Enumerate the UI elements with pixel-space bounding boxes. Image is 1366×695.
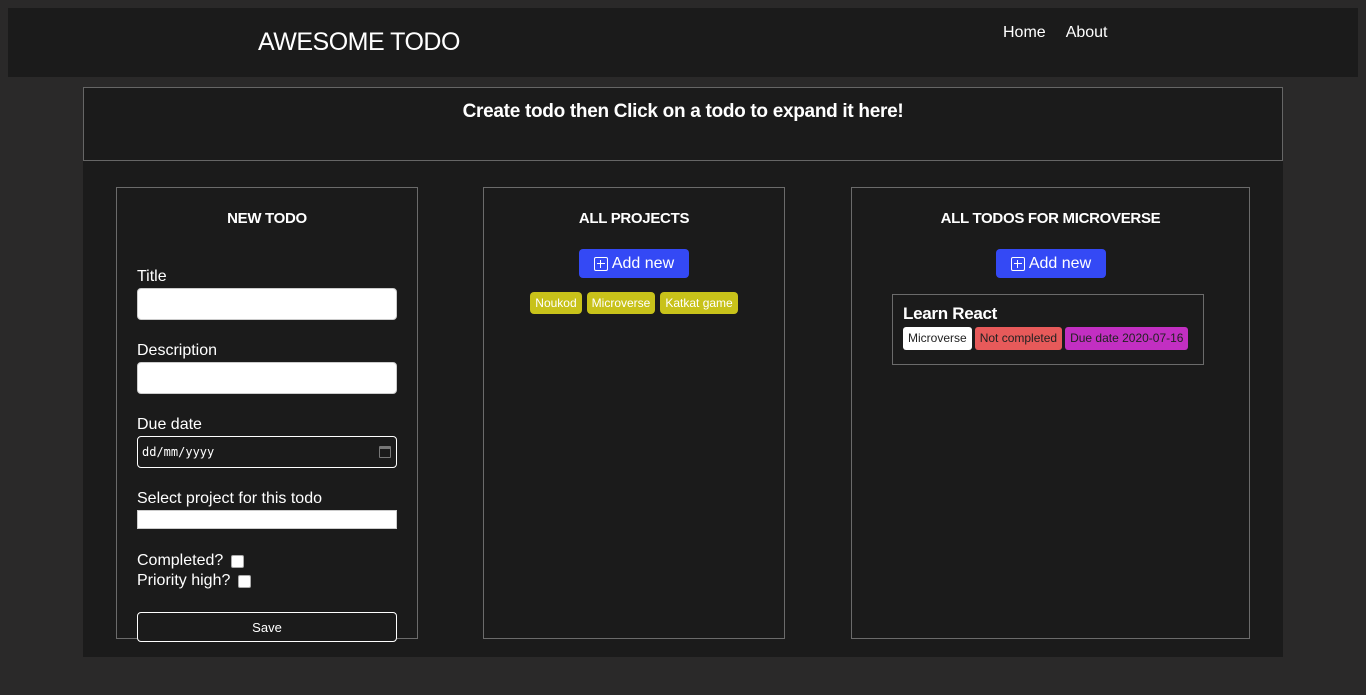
status-badge: Not completed	[974, 327, 1063, 350]
due-date-input[interactable]: dd/mm/yyyy	[137, 436, 397, 468]
priority-row: Priority high?	[137, 571, 397, 591]
project-tag[interactable]: Microverse	[586, 292, 656, 314]
nav-links: Home About	[1003, 24, 1108, 42]
due-date-placeholder: dd/mm/yyyy	[142, 445, 215, 459]
project-list: Noukod Microverse Katkat game	[484, 292, 784, 314]
plus-square-icon	[1010, 256, 1025, 271]
new-todo-form: Title Description Due date dd/mm/yyyy Se…	[137, 268, 397, 642]
project-tag[interactable]: Noukod	[530, 292, 582, 314]
todo-card[interactable]: Learn React Microverse Not completed Due…	[892, 294, 1204, 365]
banner-text: Create todo then Click on a todo to expa…	[462, 101, 904, 122]
project-select[interactable]	[137, 510, 397, 529]
calendar-icon[interactable]	[379, 446, 391, 458]
todo-detail-banner: Create todo then Click on a todo to expa…	[83, 87, 1283, 161]
todo-badges: Microverse Not completed Due date 2020-0…	[903, 327, 1189, 350]
description-input[interactable]	[137, 362, 397, 394]
panel-title-new-todo: NEW TODO	[227, 210, 307, 227]
nav-link-home[interactable]: Home	[1003, 24, 1046, 42]
title-label: Title	[137, 268, 167, 285]
projects-panel: ALL PROJECTS Add new Noukod Microverse K…	[483, 187, 785, 639]
todo-title: Learn React	[903, 304, 998, 323]
due-date-badge: Due date 2020-07-16	[1065, 327, 1189, 350]
due-date-label: Due date	[137, 416, 202, 433]
completed-checkbox[interactable]	[231, 554, 245, 568]
brand-title[interactable]: AWESOME TODO	[258, 28, 460, 57]
todos-panel: ALL TODOS FOR MICROVERSE Add new Learn R…	[851, 187, 1250, 639]
panel-title-projects: ALL PROJECTS	[578, 210, 690, 227]
completed-label: Completed?	[137, 552, 224, 569]
add-project-button[interactable]: Add new	[579, 249, 689, 278]
add-todo-label: Add new	[1028, 254, 1092, 272]
priority-label: Priority high?	[137, 572, 231, 589]
completed-row: Completed?	[137, 551, 397, 571]
add-project-label: Add new	[611, 254, 675, 272]
description-label: Description	[137, 342, 218, 359]
nav-link-about[interactable]: About	[1066, 24, 1108, 42]
main-container: Create todo then Click on a todo to expa…	[83, 87, 1283, 657]
priority-checkbox[interactable]	[238, 574, 252, 588]
plus-square-icon	[593, 256, 608, 271]
save-button[interactable]: Save	[137, 612, 397, 642]
panel-title-todos: ALL TODOS FOR MICROVERSE	[940, 210, 1161, 227]
project-tag[interactable]: Katkat game	[660, 292, 738, 314]
project-select-label: Select project for this todo	[137, 490, 322, 507]
title-input[interactable]	[137, 288, 397, 320]
navbar: AWESOME TODO Home About	[8, 8, 1358, 77]
new-todo-panel: NEW TODO Title Description Due date dd/m…	[116, 187, 418, 642]
project-badge: Microverse	[903, 327, 972, 350]
add-todo-button[interactable]: Add new	[996, 249, 1106, 278]
